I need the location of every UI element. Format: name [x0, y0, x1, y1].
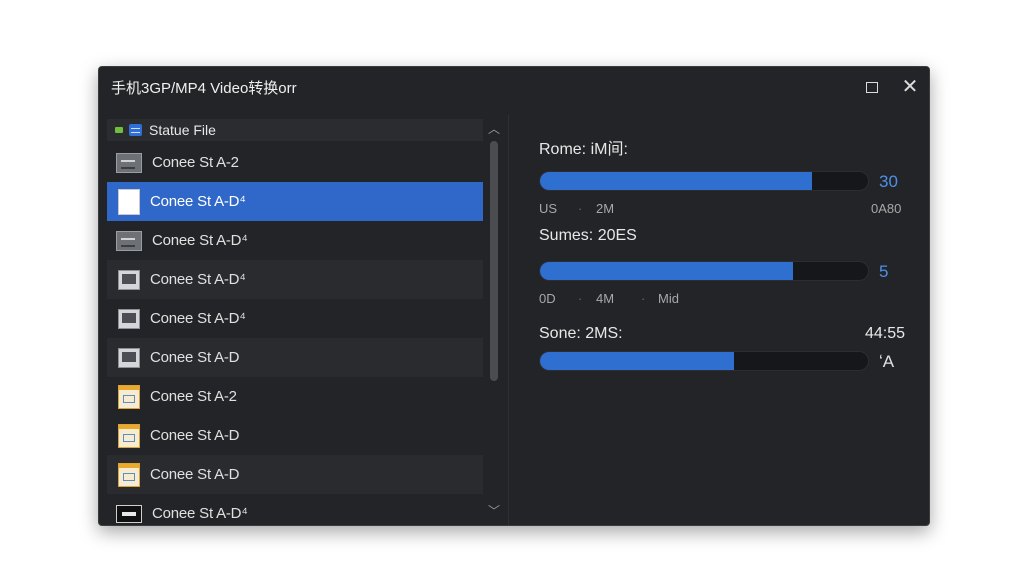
progress-label-2: Sumes: 20ES	[539, 227, 637, 244]
progress-fill-3	[540, 352, 734, 370]
list-item-label: Conee St A-2	[152, 154, 239, 171]
tick-label: 4M	[596, 291, 615, 306]
progress-label-3: Sone: 2MS:	[539, 325, 623, 342]
list-item-label: Conee St A-D⁴	[152, 505, 248, 522]
document-file-icon	[118, 384, 140, 409]
list-item[interactable]: Conee St A-D	[107, 455, 483, 494]
close-button[interactable]: ✕	[891, 67, 929, 107]
list-item-label: Conee St A-D⁴	[152, 232, 248, 249]
document-file-icon	[118, 462, 140, 487]
converter-window: 手机3GP/MP4 Video转换orr ✕ Statue File Conee…	[98, 66, 930, 526]
folder-icon	[115, 127, 123, 133]
list-header-label: Statue File	[149, 122, 216, 138]
video-file-icon	[116, 230, 142, 251]
list-item[interactable]: Conee St A-D	[107, 416, 483, 455]
maximize-icon	[866, 81, 878, 93]
progress-bar-1	[539, 171, 869, 191]
list-item[interactable]: Conee St A-2	[107, 377, 483, 416]
progress-value-2: 5	[879, 262, 889, 281]
list-view-icon	[129, 124, 142, 136]
tick-label: US	[539, 201, 558, 216]
progress-bar-2	[539, 261, 869, 281]
scroll-down-button[interactable]: ﹀	[485, 501, 503, 519]
list-item[interactable]: Conee St A-D	[107, 338, 483, 377]
video-file-icon	[116, 152, 142, 173]
tick-label: Mid	[658, 291, 679, 306]
list-item-label: Conee St A-D⁴	[150, 193, 246, 210]
film-file-icon	[116, 504, 142, 523]
progress-bar-3	[539, 351, 869, 371]
progress-fill-1	[540, 172, 813, 190]
chevron-down-icon: ﹀	[487, 503, 500, 518]
list-item[interactable]: Conee St A-2	[107, 143, 483, 182]
blank-file-icon	[118, 188, 140, 215]
list-item[interactable]: Conee St A-D⁴	[107, 221, 483, 260]
list-scrollbar[interactable]: ︿ ﹀	[485, 119, 503, 519]
list-item-selected[interactable]: Conee St A-D⁴	[107, 182, 483, 221]
document-file-icon	[118, 423, 140, 448]
list-item-label: Conee St A-D	[150, 466, 240, 483]
progress-time-3: 44:55	[864, 325, 905, 342]
tick-label: 2M	[596, 201, 615, 216]
monitor-file-icon	[118, 308, 140, 329]
scroll-thumb[interactable]	[490, 141, 498, 381]
list-item[interactable]: Conee St A-D⁴	[107, 494, 483, 525]
file-list: Conee St A-2 Conee St A-D⁴ Conee St A-D⁴…	[107, 143, 483, 525]
scroll-up-button[interactable]: ︿	[485, 119, 503, 137]
list-item-label: Conee St A-D⁴	[150, 271, 246, 288]
monitor-file-icon	[118, 269, 140, 290]
list-item-label: Conee St A-D	[150, 349, 240, 366]
chevron-up-icon: ︿	[487, 121, 500, 136]
progress-pane: Rome: iM间: 30 US · 2M 0A80 Sumes: 20ES 5…	[509, 115, 929, 525]
file-list-pane: Statue File Conee St A-2 Conee St A-D⁴ C…	[107, 119, 503, 525]
list-item[interactable]: Conee St A-D⁴	[107, 260, 483, 299]
list-item-label: Conee St A-D⁴	[150, 310, 246, 327]
close-icon: ✕	[901, 76, 919, 98]
list-item-label: Conee St A-2	[150, 388, 237, 405]
title-bar[interactable]: 手机3GP/MP4 Video转换orr ✕	[99, 67, 929, 107]
window-title: 手机3GP/MP4 Video转换orr	[111, 79, 297, 97]
progress-label-1: Rome: iM间:	[539, 141, 628, 158]
maximize-button[interactable]	[853, 67, 891, 107]
list-header[interactable]: Statue File	[107, 119, 483, 141]
list-item-label: Conee St A-D	[150, 427, 240, 444]
progress-fill-2	[540, 262, 793, 280]
progress-value-1: 30	[879, 172, 898, 191]
list-item[interactable]: Conee St A-D⁴	[107, 299, 483, 338]
tick-label: 0D	[539, 291, 556, 306]
monitor-file-icon	[118, 347, 140, 368]
progress-value-3: ʻA	[879, 352, 895, 371]
tick-label: 0A80	[871, 201, 902, 216]
